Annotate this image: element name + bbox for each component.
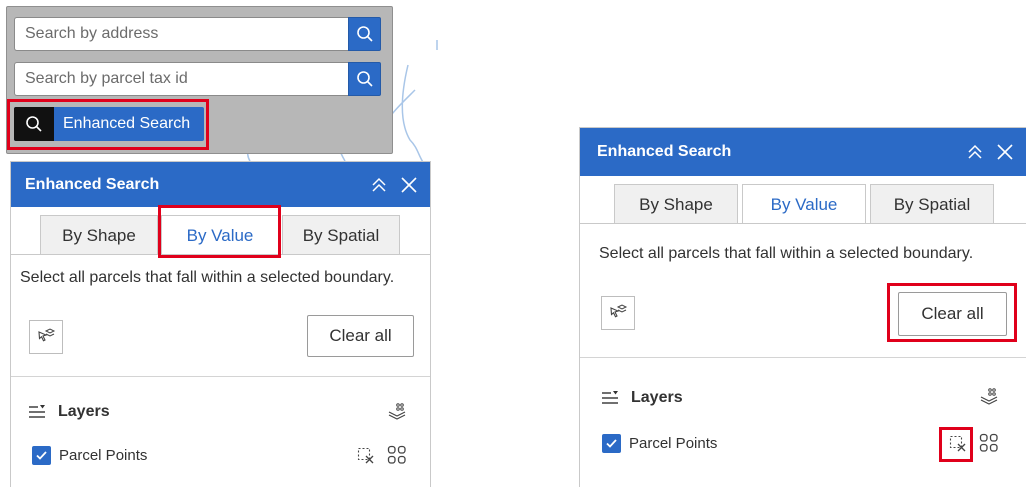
enhanced-search-panel-left: Enhanced Search By Shape By Value By Spa… (10, 161, 431, 487)
tab-bar: By Shape By Value By Spatial (580, 176, 1026, 224)
enhanced-search-panel-right: Enhanced Search By Shape By Value By Spa… (579, 127, 1026, 487)
panel-header: Enhanced Search (580, 128, 1026, 176)
collapse-icon[interactable] (370, 176, 388, 194)
close-icon[interactable] (400, 176, 418, 194)
search-icon (356, 71, 373, 87)
search-icon (14, 107, 54, 141)
select-tool-button[interactable] (601, 296, 635, 330)
address-search-input[interactable] (14, 17, 348, 51)
tab-by-value[interactable]: By Value (161, 215, 279, 255)
layer-row-parcel-points[interactable]: Parcel Points (32, 446, 147, 465)
checkbox-icon[interactable] (32, 446, 51, 465)
parcel-search-input[interactable] (14, 62, 348, 96)
panel-description: Select all parcels that fall within a se… (20, 269, 395, 286)
clear-selection-icon[interactable] (357, 447, 375, 465)
layer-row-parcel-points[interactable]: Parcel Points (602, 434, 717, 453)
enhanced-search-label: Enhanced Search (63, 115, 191, 132)
layers-header: Layers (28, 403, 110, 421)
parcel-search-button[interactable] (348, 62, 381, 96)
layers-list-icon (29, 405, 45, 418)
layers-title: Layers (58, 403, 110, 420)
tab-by-spatial[interactable]: By Spatial (282, 215, 400, 255)
layer-name: Parcel Points (59, 447, 148, 464)
tab-by-shape[interactable]: By Shape (40, 215, 158, 255)
tab-by-value[interactable]: By Value (742, 184, 866, 224)
panel-description: Select all parcels that fall within a se… (599, 245, 974, 262)
panel-header: Enhanced Search (11, 162, 430, 207)
collapse-icon[interactable] (966, 143, 984, 161)
layer-name: Parcel Points (629, 435, 718, 452)
close-icon[interactable] (996, 143, 1014, 161)
layers-stack-icon[interactable] (386, 401, 408, 423)
clear-selection-icon[interactable] (949, 435, 967, 453)
layers-header: Layers (601, 389, 683, 407)
clear-all-button[interactable]: Clear all (898, 292, 1007, 336)
select-tool-icon (38, 328, 56, 342)
select-tool-icon (610, 304, 628, 318)
search-widget: Enhanced Search (6, 6, 393, 154)
address-search (14, 17, 381, 51)
layers-stack-icon[interactable] (978, 386, 1000, 408)
enhanced-search-button[interactable]: Enhanced Search (14, 107, 204, 141)
search-icon (356, 26, 373, 42)
grid-icon[interactable] (387, 445, 407, 465)
panel-title: Enhanced Search (25, 175, 160, 193)
layers-list-icon (602, 391, 618, 404)
tab-by-spatial[interactable]: By Spatial (870, 184, 994, 224)
tab-by-shape[interactable]: By Shape (614, 184, 738, 224)
layers-title: Layers (631, 389, 683, 406)
select-tool-button[interactable] (29, 320, 63, 354)
checkbox-icon[interactable] (602, 434, 621, 453)
grid-icon[interactable] (979, 433, 999, 453)
panel-title: Enhanced Search (597, 143, 732, 160)
address-search-button[interactable] (348, 17, 381, 51)
clear-all-button[interactable]: Clear all (307, 315, 414, 357)
tab-bar: By Shape By Value By Spatial (11, 207, 430, 255)
parcel-search (14, 62, 381, 96)
